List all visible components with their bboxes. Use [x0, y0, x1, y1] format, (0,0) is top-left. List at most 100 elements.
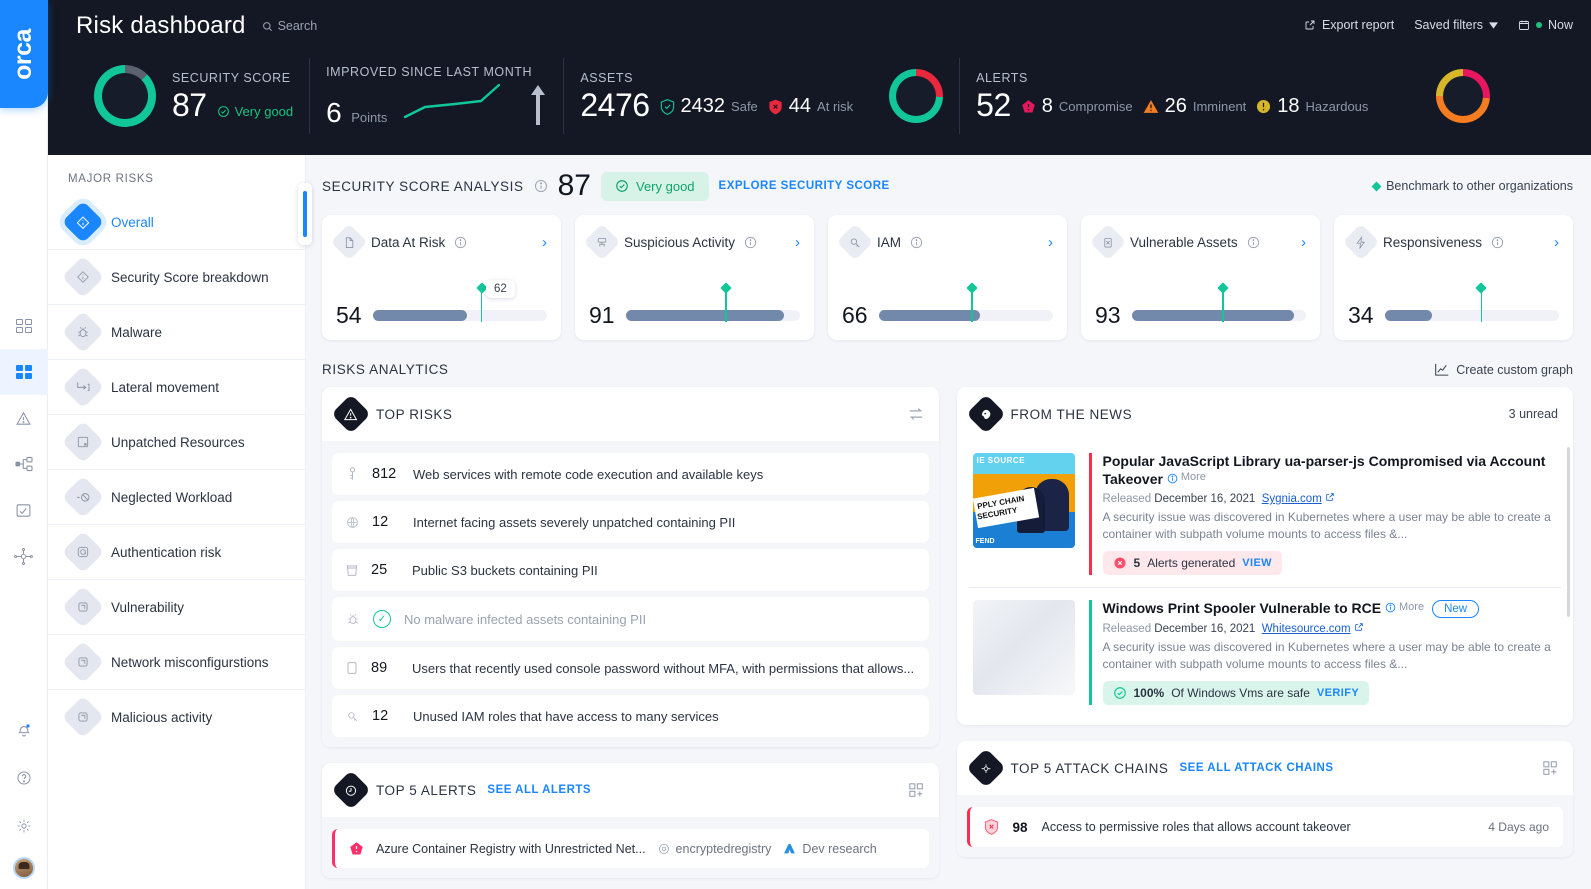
attack-chain-row[interactable]: 98 Access to permissive roles that allows… [966, 807, 1563, 848]
top-risk-row[interactable]: 812 Web services with remote code executi… [332, 453, 929, 495]
help-icon[interactable] [0, 755, 48, 801]
major-risk-item-overall[interactable]: Overall [48, 195, 305, 249]
alerts-warning-icon[interactable] [0, 395, 48, 441]
key-icon [346, 467, 359, 481]
major-risk-item-neglected-workload[interactable]: Neglected Workload [48, 469, 305, 524]
from-the-news-panel: FROM THE NEWS 3 unread IE SOURCE PPLY CHA… [956, 387, 1573, 726]
benchmark-marker-icon [480, 288, 483, 322]
add-widget-icon[interactable] [1543, 760, 1558, 776]
export-report-button[interactable]: Export report [1304, 18, 1394, 32]
top-alert-row[interactable]: Azure Container Registry with Unrestrict… [332, 829, 929, 868]
news-item[interactable]: Windows Print Spooler Vulnerable to RCE … [968, 587, 1561, 717]
compromise-pentagon-icon [350, 842, 363, 855]
saved-filters-dropdown[interactable]: Saved filters [1414, 18, 1498, 32]
score-card-iam[interactable]: IAM › 66 [828, 215, 1067, 340]
score-bar-fill [625, 310, 785, 321]
attack-path-icon[interactable] [0, 533, 48, 579]
major-risk-item-vulnerability[interactable]: Vulnerability [48, 579, 305, 634]
score-card-value: 34 [1348, 302, 1374, 328]
export-report-label: Export report [1321, 18, 1395, 32]
top-risk-count: 812 [372, 466, 397, 482]
info-icon[interactable] [910, 236, 923, 249]
score-card-chevron-right-icon[interactable]: › [542, 234, 547, 251]
kpi-assets: ASSETS 2476 2432 Safe 44 At risk [563, 58, 959, 134]
lateral-movement-icon [61, 365, 105, 409]
explore-security-score-link[interactable]: EXPLORE SECURITY SCORE [719, 180, 890, 192]
create-custom-graph-button[interactable]: Create custom graph [1435, 363, 1573, 377]
score-card-chevron-right-icon[interactable]: › [1048, 234, 1053, 251]
major-risks-sidebar: MAJOR RISKS Overall Security Score breakd… [48, 155, 312, 889]
score-card-vulnerable-assets[interactable]: Vulnerable Assets › 93 [1081, 215, 1320, 340]
search-input[interactable]: Search [262, 19, 318, 33]
major-risk-item-unpatched-resources[interactable]: Unpatched Resources [48, 414, 305, 469]
top-alerts-panel: TOP 5 ALERTS SEE ALL ALERTS Azure Contai… [322, 763, 939, 878]
compliance-clipboard-icon[interactable] [0, 487, 48, 533]
orca-logo[interactable]: orca [0, 0, 48, 108]
top-risk-text: Web services with remote code execution … [413, 466, 764, 482]
security-score-gauge [94, 65, 156, 127]
top-risk-row[interactable]: 89 Users that recently used console passw… [332, 647, 929, 689]
attack-chains-badge-icon [965, 748, 1006, 788]
news-source-link[interactable]: Whitesource.com [1262, 623, 1351, 635]
external-link-icon [1355, 623, 1363, 631]
top-risk-row[interactable]: 12 Internet facing assets severely unpatc… [332, 501, 929, 543]
benchmark-marker-icon [1480, 288, 1483, 322]
info-icon[interactable] [1247, 236, 1260, 249]
alerts-label: ALERTS [976, 71, 1028, 85]
top-risk-text: Public S3 buckets containing PII [412, 562, 598, 578]
score-bar-fill [1384, 310, 1432, 321]
time-range-picker[interactable]: Now [1518, 18, 1573, 32]
header-actions: Export report Saved filters Now [1304, 18, 1573, 32]
news-headline[interactable]: Windows Print Spooler Vulnerable to RCE … [1103, 600, 1425, 618]
major-risk-item-malware[interactable]: Malware [48, 304, 305, 359]
sort-swap-icon[interactable] [908, 407, 924, 421]
top-alerts-badge-icon [331, 770, 371, 810]
major-risk-item-lateral-movement[interactable]: Lateral movement [48, 359, 305, 414]
network-topology-icon[interactable] [0, 441, 48, 487]
major-risk-item-network-misconfigurstions[interactable]: Network misconfigurstions [48, 634, 305, 689]
info-icon[interactable] [534, 179, 548, 193]
major-risk-item-security-score-breakdown[interactable]: Security Score breakdown [48, 249, 305, 304]
add-widget-icon[interactable] [908, 782, 924, 798]
score-card-suspicious-activity[interactable]: Suspicious Activity › 91 [575, 215, 814, 340]
info-icon[interactable] [454, 236, 467, 249]
assets-total: 2476 [580, 87, 650, 123]
top-risk-row[interactable]: 12 Unused IAM roles that have access to m… [332, 695, 929, 737]
alert-tag: Dev research [783, 842, 877, 856]
news-chip-action[interactable]: VIEW [1242, 557, 1272, 569]
security-score-label: SECURITY SCORE [172, 71, 291, 85]
apps-grid-icon[interactable] [0, 349, 48, 395]
settings-gear-icon[interactable] [0, 803, 48, 849]
top-risk-row[interactable]: 25 Public S3 buckets containing PII [332, 549, 929, 591]
top-risk-row[interactable]: ✓ No malware infected assets containing P… [332, 597, 929, 641]
info-icon[interactable] [744, 236, 757, 249]
score-card-chevron-right-icon[interactable]: › [1301, 234, 1306, 251]
news-more-link[interactable]: More [1167, 471, 1206, 485]
see-all-attack-chains-link[interactable]: SEE ALL ATTACK CHAINS [1180, 762, 1334, 774]
score-card-name: Responsiveness [1383, 234, 1483, 250]
news-headline[interactable]: Popular JavaScript Library ua-parser-js … [1103, 453, 1554, 488]
major-risk-item-authentication-risk[interactable]: Authentication risk [48, 524, 305, 579]
news-source-link[interactable]: Sygnia.com [1262, 493, 1322, 505]
major-risk-item-malicious-activity[interactable]: Malicious activity [48, 689, 305, 744]
news-scrollbar[interactable] [1567, 447, 1570, 617]
score-card-chevron-right-icon[interactable]: › [1554, 234, 1559, 251]
ssa-score: 87 [557, 169, 591, 202]
news-thumbnail [972, 600, 1075, 696]
search-placeholder: Search [277, 19, 318, 33]
news-chip-action[interactable]: VERIFY [1317, 687, 1359, 699]
score-card-data-at-risk[interactable]: Data At Risk › 54 62 [322, 215, 561, 340]
news-more-link[interactable]: More [1385, 601, 1424, 615]
info-icon[interactable] [1491, 236, 1504, 249]
see-all-alerts-link[interactable]: SEE ALL ALERTS [487, 784, 591, 796]
sidebar-collapse-handle[interactable] [298, 183, 312, 245]
notification-bell-icon[interactable] [0, 707, 48, 753]
score-card-chevron-right-icon[interactable]: › [795, 234, 800, 251]
dashboards-icon[interactable] [0, 303, 48, 349]
user-avatar[interactable] [12, 857, 35, 879]
assets-gauge [889, 69, 944, 123]
neglected-workload-icon [61, 475, 105, 519]
news-item[interactable]: IE SOURCE PPLY CHAIN SECURITY FEND Popular J… [969, 441, 1562, 587]
attack-chains-header: TOP 5 ATTACK CHAINS SEE ALL ATTACK CHAIN… [957, 741, 1574, 795]
score-card-responsiveness[interactable]: Responsiveness › 34 [1334, 215, 1573, 340]
